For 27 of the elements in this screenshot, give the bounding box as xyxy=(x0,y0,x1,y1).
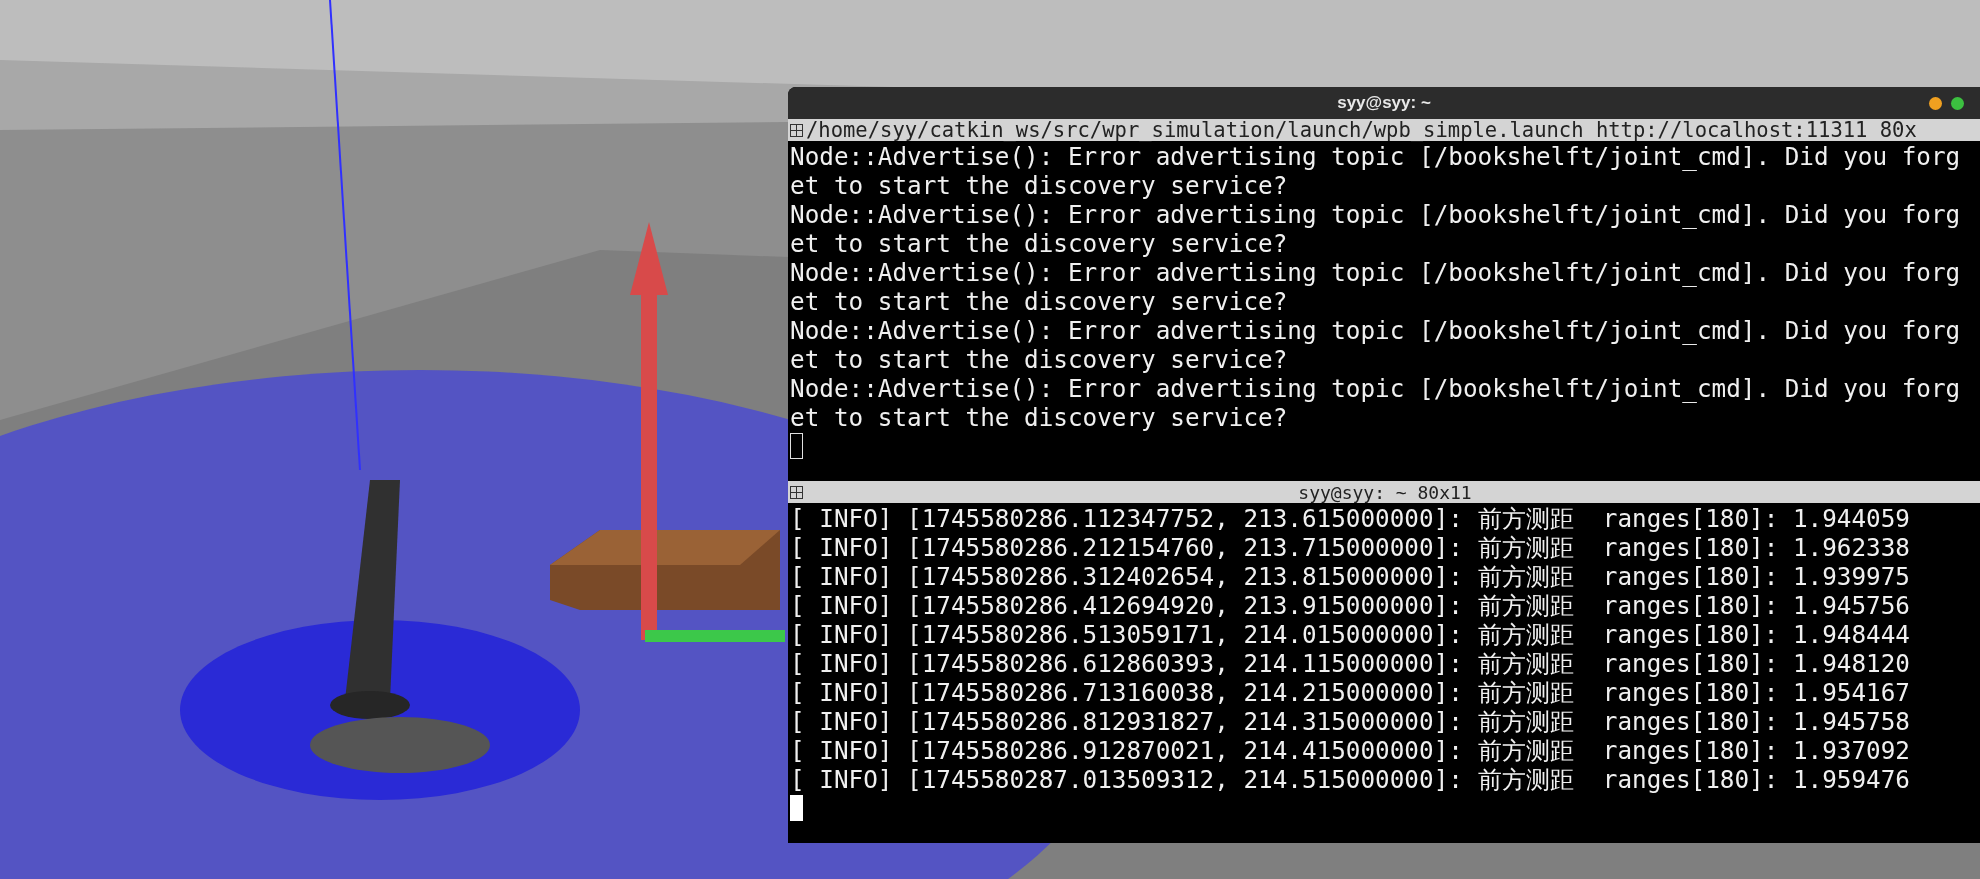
terminal-line: [ INFO] [1745580287.013509312, 214.515000000]: 前方测距 ranges[180]: 1.959476 xyxy=(790,765,1911,794)
terminal-line: [ INFO] [1745580286.612860393, 214.115000000]: 前方测距 ranges[180]: 1.948120 xyxy=(790,649,1911,678)
terminal-line: et to start the discovery service? xyxy=(790,403,1289,432)
terminal-line: Node::Advertise(): Error advertising topic [/bookshelft/joint_cmd]. Did you forg xyxy=(790,258,1962,287)
split-icon[interactable] xyxy=(790,123,803,137)
terminal-line: et to start the discovery service? xyxy=(790,345,1289,374)
terminal-line: Node::Advertise(): Error advertising topic [/bookshelft/joint_cmd]. Did you forg xyxy=(790,142,1962,171)
terminal-line: et to start the discovery service? xyxy=(790,171,1289,200)
terminal-line: [ INFO] [1745580286.912870021, 214.415000000]: 前方测距 ranges[180]: 1.937092 xyxy=(790,736,1911,765)
terminal-line: [ INFO] [1745580286.212154760, 213.715000000]: 前方测距 ranges[180]: 1.962338 xyxy=(790,533,1911,562)
pane-title: syy@syy: ~ 80x11 xyxy=(1298,481,1472,505)
terminal-line: [ INFO] [1745580286.713160038, 214.215000000]: 前方测距 ranges[180]: 1.954167 xyxy=(790,678,1911,707)
terminal-line: [ INFO] [1745580286.812931827, 214.315000000]: 前方测距 ranges[180]: 1.945758 xyxy=(790,707,1911,736)
split-icon[interactable] xyxy=(790,485,803,499)
terminal-line: et to start the discovery service? xyxy=(790,229,1289,258)
minimize-button[interactable] xyxy=(1929,97,1942,110)
terminal-line: [ INFO] [1745580286.312402654, 213.815000000]: 前方测距 ranges[180]: 1.939975 xyxy=(790,562,1911,591)
maximize-button[interactable] xyxy=(1951,97,1964,110)
terminal-line: Node::Advertise(): Error advertising topic [/bookshelft/joint_cmd]. Did you forg xyxy=(790,374,1962,403)
terminal-line: [ INFO] [1745580286.513059171, 214.015000000]: 前方测距 ranges[180]: 1.948444 xyxy=(790,620,1911,649)
window-title: syy@syy: ~ xyxy=(1337,92,1431,115)
pane-title: /home/syy/catkin_ws/src/wpr_simulation/launch/wpb_simple.launch http://localhost:11311 80x xyxy=(806,119,1917,144)
terminal-line: [ INFO] [1745580286.112347752, 213.615000000]: 前方测距 ranges[180]: 1.944059 xyxy=(790,504,1911,533)
terminal-line: et to start the discovery service? xyxy=(790,287,1289,316)
terminal-line: [ INFO] [1745580286.412694920, 213.915000000]: 前方测距 ranges[180]: 1.945756 xyxy=(790,591,1911,620)
terminal-line: Node::Advertise(): Error advertising topic [/bookshelft/joint_cmd]. Did you forg xyxy=(790,316,1962,345)
terminal-line: Node::Advertise(): Error advertising topic [/bookshelft/joint_cmd]. Did you forg xyxy=(790,200,1962,229)
